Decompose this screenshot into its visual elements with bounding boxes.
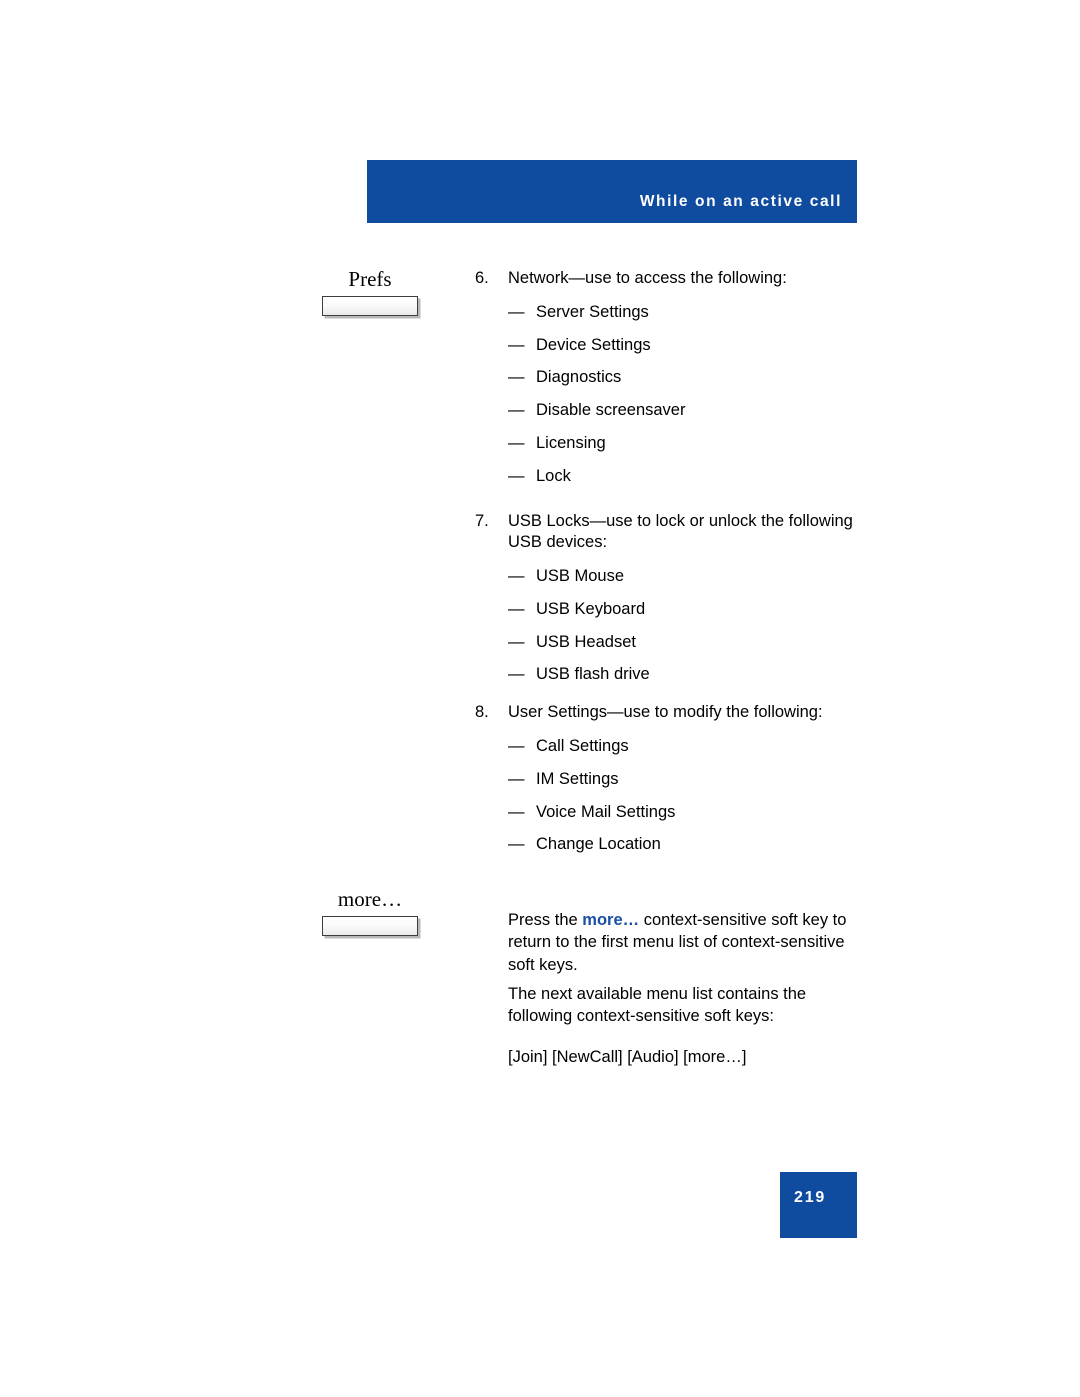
sub-list-item-label: USB flash drive: [536, 665, 650, 684]
sub-list: — Call Settings — IM Settings — Voice Ma…: [475, 737, 865, 855]
em-dash-marker: —: [508, 737, 525, 756]
sub-list-item-label: Lock: [536, 466, 571, 485]
prefs-softkey-button[interactable]: [322, 296, 418, 317]
sub-list-item-label: USB Headset: [536, 632, 636, 651]
item-text: USB Locks—use to lock or unlock the foll…: [508, 511, 853, 552]
sub-list-item-label: Server Settings: [536, 302, 649, 321]
sub-list-item-label: Diagnostics: [536, 368, 622, 387]
sub-list-item: — USB Keyboard: [475, 600, 865, 620]
em-dash-marker: —: [508, 335, 525, 354]
em-dash-marker: —: [508, 665, 525, 684]
em-dash-marker: —: [508, 567, 525, 586]
item-text: Network—use to access the following:: [508, 269, 787, 287]
sub-list-item: — Licensing: [475, 434, 865, 454]
sub-list-item: — Call Settings: [475, 737, 865, 757]
sub-list-item: — Device Settings: [475, 336, 865, 356]
sub-list-item-label: USB Mouse: [536, 567, 625, 586]
sub-list-item: — Voice Mail Settings: [475, 803, 865, 823]
next-menu-block: The next available menu list contains th…: [475, 966, 865, 1085]
em-dash-marker: —: [508, 599, 525, 618]
body-content: 6. Network—use to access the following: …: [475, 268, 865, 855]
more-softkey-callout: more…: [300, 887, 440, 937]
document-page: While on an active call Prefs more… 6. N…: [0, 0, 1080, 1397]
em-dash-marker: —: [508, 368, 525, 387]
softkey-sequence-line: [Join] [NewCall] [Audio] [more…]: [508, 1048, 747, 1067]
press-prefix-text: Press the: [508, 910, 583, 929]
em-dash-marker: —: [508, 835, 525, 854]
prefs-softkey-label: Prefs: [348, 267, 392, 291]
sub-list-item: — IM Settings: [475, 770, 865, 790]
em-dash-marker: —: [508, 302, 525, 321]
em-dash-marker: —: [508, 466, 525, 485]
header-title: While on an active call: [639, 193, 842, 210]
sub-list-item-label: Licensing: [536, 433, 606, 452]
em-dash-marker: —: [508, 401, 525, 420]
sub-list-item: — USB Headset: [475, 633, 865, 653]
sub-list-item: — USB flash drive: [475, 665, 865, 685]
em-dash-marker: —: [508, 433, 525, 452]
more-softkey-button[interactable]: [322, 916, 418, 937]
item-number: 6.: [475, 269, 489, 287]
list-item: 6. Network—use to access the following:: [475, 268, 865, 290]
item-number: 8.: [475, 703, 489, 722]
sub-list-item-label: Change Location: [536, 835, 661, 854]
more-softkey-label: more…: [337, 887, 403, 911]
em-dash-marker: —: [508, 802, 525, 821]
page-number-box: 219: [780, 1172, 857, 1238]
more-softkey-emphasis: more…: [582, 910, 640, 929]
sub-list-item: — Disable screensaver: [475, 401, 865, 421]
header-banner: While on an active call: [367, 160, 857, 223]
list-item: 7. USB Locks—use to lock or unlock the f…: [475, 511, 865, 555]
sub-list: — USB Mouse — USB Keyboard — USB Headset…: [475, 567, 865, 685]
item-number: 7.: [475, 511, 489, 530]
sub-list-item: — Server Settings: [475, 303, 865, 323]
sub-list-item: — USB Mouse: [475, 567, 865, 587]
list-item: 8. User Settings—use to modify the follo…: [475, 702, 865, 724]
sub-list: — Server Settings — Device Settings — Di…: [475, 303, 865, 487]
sub-list-item-label: Voice Mail Settings: [536, 802, 676, 821]
sub-list-item: — Diagnostics: [475, 368, 865, 388]
sub-list-item-label: Disable screensaver: [536, 401, 686, 420]
em-dash-marker: —: [508, 769, 525, 788]
sub-list-item: — Change Location: [475, 835, 865, 855]
sub-list-item-label: Call Settings: [536, 737, 629, 756]
sub-list-item-label: USB Keyboard: [536, 599, 646, 618]
sub-list-item: — Lock: [475, 467, 865, 487]
sub-list-item-label: IM Settings: [536, 769, 619, 788]
page-number: 219: [794, 1189, 827, 1206]
next-menu-paragraph: The next available menu list contains th…: [508, 984, 807, 1026]
em-dash-marker: —: [508, 632, 525, 651]
prefs-softkey-callout: Prefs: [300, 267, 440, 317]
sub-list-item-label: Device Settings: [536, 335, 651, 354]
item-text: User Settings—use to modify the followin…: [508, 703, 823, 722]
